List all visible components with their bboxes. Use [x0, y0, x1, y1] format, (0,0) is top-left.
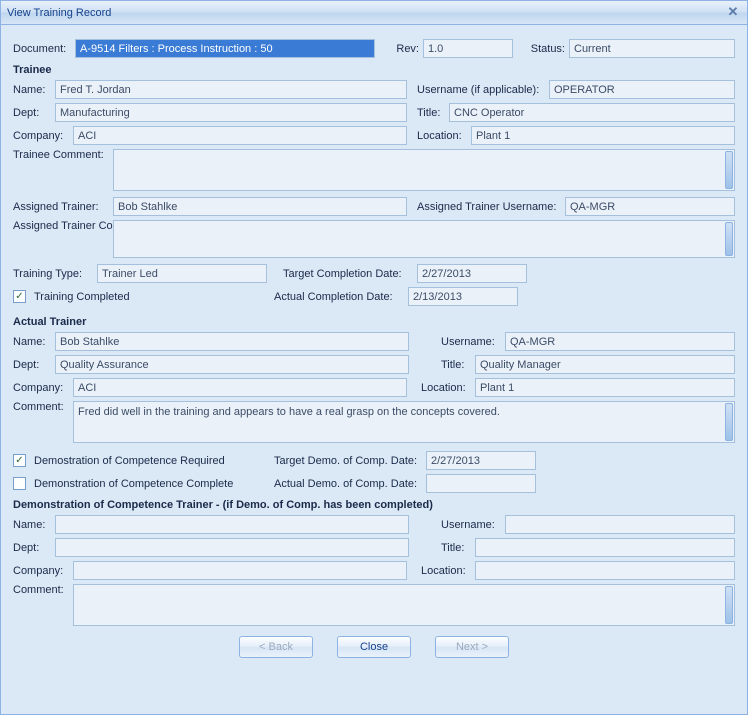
trainee-comment-field[interactable]: [113, 149, 735, 191]
training-type-field[interactable]: Trainer Led: [97, 264, 267, 283]
trainee-company-label: Company:: [13, 130, 69, 142]
trainee-location-field[interactable]: Plant 1: [471, 126, 735, 145]
trainee-name-label: Name:: [13, 84, 51, 96]
trainee-company-field[interactable]: ACI: [73, 126, 407, 145]
trainee-title-label: Title:: [417, 107, 445, 119]
assigned-comment-field[interactable]: [113, 220, 735, 258]
assigned-trainer-user-label: Assigned Trainer Username:: [417, 201, 561, 213]
section-actual-trainer: Actual Trainer: [13, 316, 735, 328]
trainee-name-field[interactable]: Fred T. Jordan: [55, 80, 407, 99]
demo-dept-field[interactable]: [55, 538, 409, 557]
back-button[interactable]: < Back: [239, 636, 313, 658]
assigned-trainer-label: Assigned Trainer:: [13, 201, 109, 213]
dialog-body: Document: A-9514 Filters : Process Instr…: [1, 25, 747, 666]
trainee-title-field[interactable]: CNC Operator: [449, 103, 735, 122]
trainee-dept-field[interactable]: Manufacturing: [55, 103, 407, 122]
demo-title-label: Title:: [441, 542, 471, 554]
demo-dept-label: Dept:: [13, 542, 51, 554]
window-title: View Training Record: [7, 7, 725, 19]
document-field[interactable]: A-9514 Filters : Process Instruction : 5…: [75, 39, 375, 58]
assigned-trainer-field[interactable]: Bob Stahlke: [113, 197, 407, 216]
next-button[interactable]: Next >: [435, 636, 509, 658]
actual-title-label: Title:: [441, 359, 471, 371]
demo-target-field[interactable]: 2/27/2013: [426, 451, 536, 470]
target-completion-label: Target Completion Date:: [283, 268, 413, 280]
scrollbar-thumb[interactable]: [725, 222, 733, 256]
button-bar: < Back Close Next >: [13, 636, 735, 658]
demo-target-label: Target Demo. of Comp. Date:: [274, 455, 422, 467]
trainee-dept-label: Dept:: [13, 107, 51, 119]
actual-name-field[interactable]: Bob Stahlke: [55, 332, 409, 351]
rev-field[interactable]: 1.0: [423, 39, 513, 58]
close-icon[interactable]: ✕: [725, 5, 741, 21]
close-button[interactable]: Close: [337, 636, 411, 658]
actual-company-field[interactable]: ACI: [73, 378, 407, 397]
demo-name-field[interactable]: [55, 515, 409, 534]
demo-location-field[interactable]: [475, 561, 735, 580]
actual-location-label: Location:: [421, 382, 471, 394]
demo-title-field[interactable]: [475, 538, 735, 557]
section-trainee: Trainee: [13, 64, 735, 76]
scrollbar-thumb[interactable]: [725, 403, 733, 441]
actual-dept-label: Dept:: [13, 359, 51, 371]
demo-username-label: Username:: [441, 519, 501, 531]
demo-name-label: Name:: [13, 519, 51, 531]
scrollbar-thumb[interactable]: [725, 586, 733, 624]
demo-actual-label: Actual Demo. of Comp. Date:: [274, 478, 422, 490]
trainee-location-label: Location:: [417, 130, 467, 142]
actual-location-field[interactable]: Plant 1: [475, 378, 735, 397]
demo-complete-checkbox[interactable]: [13, 477, 26, 490]
actual-username-field[interactable]: QA-MGR: [505, 332, 735, 351]
actual-completion-label: Actual Completion Date:: [274, 291, 404, 303]
demo-comment-label: Comment:: [13, 584, 69, 596]
status-label: Status:: [523, 43, 565, 55]
titlebar: View Training Record ✕: [1, 1, 747, 25]
row-document: Document: A-9514 Filters : Process Instr…: [13, 39, 735, 58]
demo-required-checkbox[interactable]: ✓: [13, 454, 26, 467]
target-completion-field[interactable]: 2/27/2013: [417, 264, 527, 283]
demo-actual-field[interactable]: [426, 474, 536, 493]
section-demo-trainer: Demonstration of Competence Trainer - (i…: [13, 499, 735, 511]
actual-comment-field[interactable]: Fred did well in the training and appear…: [73, 401, 735, 443]
actual-comment-label: Comment:: [13, 401, 69, 413]
scrollbar-thumb[interactable]: [725, 151, 733, 189]
demo-complete-label: Demonstration of Competence Complete: [34, 478, 270, 490]
actual-completion-field[interactable]: 2/13/2013: [408, 287, 518, 306]
actual-dept-field[interactable]: Quality Assurance: [55, 355, 409, 374]
dialog-window: View Training Record ✕ Document: A-9514 …: [0, 0, 748, 715]
status-field[interactable]: Current: [569, 39, 735, 58]
demo-company-field[interactable]: [73, 561, 407, 580]
assigned-comment-label: Assigned Trainer Comment:: [13, 220, 109, 232]
demo-required-label: Demostration of Competence Required: [34, 455, 270, 467]
demo-location-label: Location:: [421, 565, 471, 577]
training-type-label: Training Type:: [13, 268, 93, 280]
actual-username-label: Username:: [441, 336, 501, 348]
training-completed-label: Training Completed: [34, 291, 270, 303]
trainee-comment-label: Trainee Comment:: [13, 149, 109, 161]
document-label: Document:: [13, 43, 71, 55]
assigned-trainer-user-field[interactable]: QA-MGR: [565, 197, 735, 216]
actual-company-label: Company:: [13, 382, 69, 394]
trainee-username-field[interactable]: OPERATOR: [549, 80, 735, 99]
demo-company-label: Company:: [13, 565, 69, 577]
actual-title-field[interactable]: Quality Manager: [475, 355, 735, 374]
demo-username-field[interactable]: [505, 515, 735, 534]
trainee-username-label: Username (if applicable):: [417, 84, 545, 96]
rev-label: Rev:: [387, 43, 419, 55]
actual-name-label: Name:: [13, 336, 51, 348]
training-completed-checkbox[interactable]: ✓: [13, 290, 26, 303]
demo-comment-field[interactable]: [73, 584, 735, 626]
